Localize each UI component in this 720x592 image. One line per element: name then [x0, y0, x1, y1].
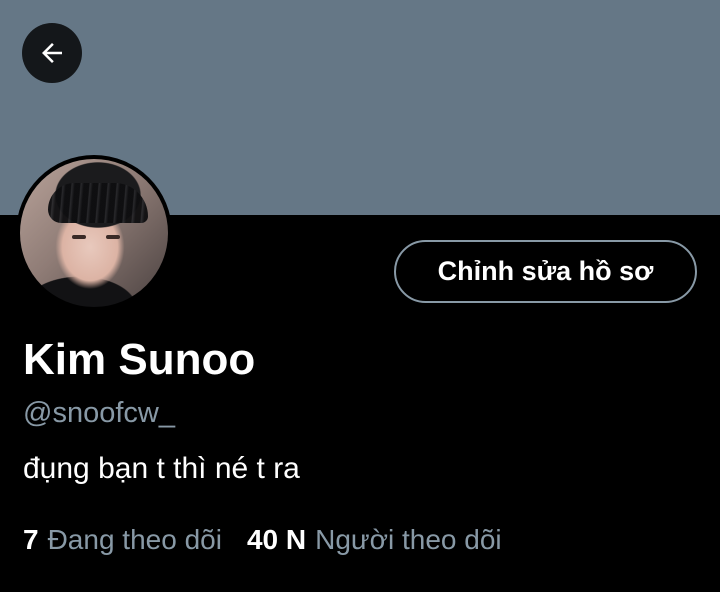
arrow-left-icon	[42, 43, 62, 63]
edit-profile-label: Chỉnh sửa hồ sơ	[437, 256, 654, 286]
avatar-eye-right	[106, 235, 120, 239]
avatar-hair	[48, 183, 148, 223]
followers-stat[interactable]: 40 N Người theo dõi	[247, 522, 502, 558]
profile-bio: đụng bạn t thì né t ra	[23, 452, 300, 485]
followers-count: 40 N	[246, 524, 307, 555]
edit-profile-button[interactable]: Chỉnh sửa hồ sơ	[394, 240, 697, 303]
profile-name: Kim Sunoo	[23, 335, 256, 384]
followers-label: Người theo dõi	[315, 524, 502, 555]
profile-stats: 7 Đang theo dõi 40 N Người theo dõi	[23, 522, 502, 558]
following-stat[interactable]: 7 Đang theo dõi	[23, 522, 222, 558]
back-button[interactable]	[22, 23, 82, 83]
following-label: Đang theo dõi	[47, 524, 222, 555]
following-count: 7	[23, 524, 39, 555]
profile-handle: @snoofcw_	[23, 397, 175, 429]
avatar-eye-left	[72, 235, 86, 239]
avatar[interactable]	[20, 159, 168, 307]
